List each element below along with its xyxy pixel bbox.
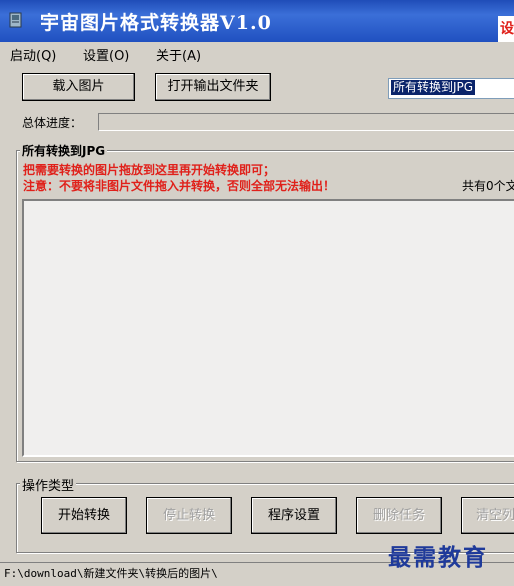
load-images-button[interactable]: 载入图片: [22, 73, 135, 101]
drop-hint-text: 把需要转换的图片拖放到这里再开始转换即可；: [23, 163, 276, 177]
menu-settings[interactable]: 设置(O): [83, 45, 129, 64]
window-title: 宇宙图片格式转换器V1.0: [40, 12, 272, 34]
menu-start[interactable]: 启动(Q): [10, 45, 56, 64]
menu-about[interactable]: 关于(A): [156, 45, 201, 64]
file-list-group-title: 所有转换到JPG: [20, 142, 108, 159]
format-select-value: 所有转换到JPG: [391, 80, 476, 95]
progress-label: 总体进度：: [22, 116, 83, 130]
ad-badge: 设: [498, 16, 514, 42]
delete-task-button[interactable]: 删除任务: [356, 497, 442, 534]
file-count-label: 共有0个文: [462, 179, 514, 193]
warning-text: 注意：不要将非图片文件拖入并转换，否则全部无法输出！: [23, 179, 336, 193]
file-drop-list[interactable]: [22, 199, 514, 457]
stop-convert-button[interactable]: 停止转换: [146, 497, 232, 534]
output-path-text: F:\download\新建文件夹\转换后的图片\: [4, 567, 218, 580]
open-output-folder-button[interactable]: 打开输出文件夹: [155, 73, 271, 101]
menu-bar: 启动(Q) 设置(O) 关于(A): [0, 42, 514, 64]
clear-list-button[interactable]: 清空列: [461, 497, 514, 534]
overall-progress-bar: [98, 113, 514, 131]
title-bar[interactable]: 宇宙图片格式转换器V1.0 设: [0, 0, 514, 42]
format-select[interactable]: 所有转换到JPG: [388, 78, 514, 99]
app-icon: [9, 12, 22, 28]
watermark-text: 最需教育: [388, 544, 488, 571]
actions-group-title: 操作类型: [20, 475, 77, 494]
start-convert-button[interactable]: 开始转换: [41, 497, 127, 534]
program-settings-button[interactable]: 程序设置: [251, 497, 337, 534]
